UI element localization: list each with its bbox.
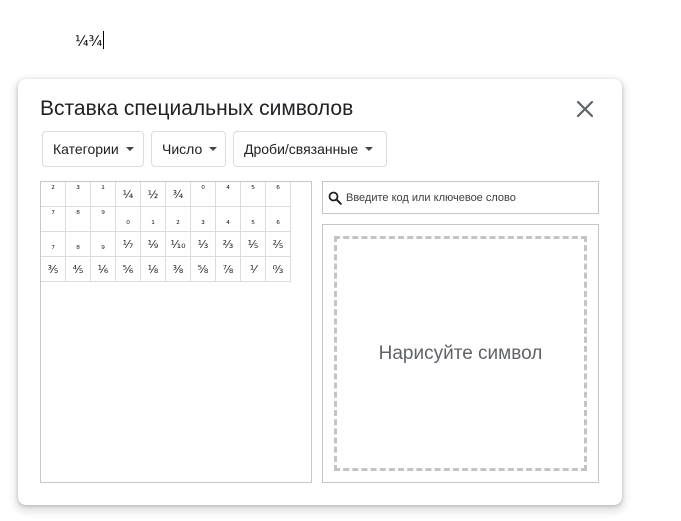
symbol-cell[interactable]: ₀ xyxy=(116,207,141,232)
fractions-dropdown-label: Дроби/связанные xyxy=(244,141,359,157)
symbol-cell[interactable]: ⁶ xyxy=(266,182,291,207)
symbol-cell[interactable]: ⅜ xyxy=(166,257,191,282)
close-button[interactable] xyxy=(573,97,597,121)
text-cursor xyxy=(103,31,105,49)
symbol-cell[interactable]: ⅒ xyxy=(166,232,191,257)
symbol-cell[interactable]: ⁷ xyxy=(41,207,66,232)
symbol-cell[interactable]: ¹ xyxy=(91,182,116,207)
symbol-cell[interactable]: ₄ xyxy=(216,207,241,232)
symbol-cell[interactable]: ⁰ xyxy=(191,182,216,207)
symbol-cell[interactable]: ⅑ xyxy=(141,232,166,257)
draw-label: Нарисуйте символ xyxy=(378,342,543,364)
categories-dropdown-label: Категории xyxy=(53,141,119,157)
symbol-cell[interactable]: ⅚ xyxy=(116,257,141,282)
symbol-cell[interactable]: ₂ xyxy=(166,207,191,232)
symbol-cell[interactable]: ₈ xyxy=(66,232,91,257)
symbol-cell[interactable]: ⁹ xyxy=(91,207,116,232)
symbol-cell[interactable]: ¾ xyxy=(166,182,191,207)
symbol-cell[interactable]: ⅖ xyxy=(266,232,291,257)
categories-dropdown[interactable]: Категории xyxy=(42,131,144,167)
symbol-cell[interactable]: ₅ xyxy=(241,207,266,232)
search-icon xyxy=(328,191,342,205)
symbol-cell[interactable]: ² xyxy=(41,182,66,207)
symbol-cell[interactable]: ₇ xyxy=(41,232,66,257)
draw-panel: Нарисуйте символ xyxy=(322,224,599,483)
symbol-cell[interactable]: ⅟ xyxy=(241,257,266,282)
document-text[interactable]: ¼¾ xyxy=(75,31,105,51)
chevron-down-icon xyxy=(365,147,374,151)
search-input[interactable] xyxy=(346,191,586,204)
document-text-content: ¼¾ xyxy=(75,34,103,50)
symbol-cell[interactable]: ↉ xyxy=(266,257,291,282)
draw-area[interactable]: Нарисуйте символ xyxy=(334,236,587,471)
symbol-cell[interactable]: ⅛ xyxy=(141,257,166,282)
fractions-dropdown[interactable]: Дроби/связанные xyxy=(233,131,387,167)
symbol-cell[interactable]: ⅞ xyxy=(216,257,241,282)
chevron-down-icon xyxy=(209,147,218,151)
symbol-cell[interactable]: ₉ xyxy=(91,232,116,257)
symbol-cell[interactable]: ¼ xyxy=(116,182,141,207)
number-dropdown[interactable]: Число xyxy=(151,131,226,167)
close-icon xyxy=(576,100,594,118)
symbol-grid-panel[interactable]: ²³¹¼½¾⁰⁴⁵⁶ ⁷⁸⁹₀₁₂₃₄₅₆ ₇₈₉⅐⅑⅒⅓⅔⅕⅖ ⅗⅘⅙⅚⅛⅜⅝⅞⅟↉ xyxy=(40,181,312,483)
symbol-cell[interactable]: ₆ xyxy=(266,207,291,232)
number-dropdown-label: Число xyxy=(162,141,203,157)
symbol-cell[interactable]: ³ xyxy=(66,182,91,207)
symbol-cell[interactable]: ₃ xyxy=(191,207,216,232)
dialog-title: Вставка специальных символов xyxy=(40,97,354,120)
symbol-cell[interactable]: ⅘ xyxy=(66,257,91,282)
chevron-down-icon xyxy=(125,147,134,151)
symbol-cell[interactable]: ⁴ xyxy=(216,182,241,207)
symbol-grid: ²³¹¼½¾⁰⁴⁵⁶ ⁷⁸⁹₀₁₂₃₄₅₆ ₇₈₉⅐⅑⅒⅓⅔⅕⅖ ⅗⅘⅙⅚⅛⅜⅝⅞⅟↉ xyxy=(41,182,291,282)
symbol-cell[interactable]: ⅐ xyxy=(116,232,141,257)
symbol-cell[interactable]: ⁸ xyxy=(66,207,91,232)
symbol-cell[interactable]: ½ xyxy=(141,182,166,207)
symbol-cell[interactable]: ₁ xyxy=(141,207,166,232)
symbol-cell[interactable]: ⅔ xyxy=(216,232,241,257)
symbol-cell[interactable]: ⅕ xyxy=(241,232,266,257)
symbol-cell[interactable]: ⅙ xyxy=(91,257,116,282)
symbol-cell[interactable]: ⅝ xyxy=(191,257,216,282)
special-characters-dialog: Вставка специальных символов Категории Ч… xyxy=(18,79,622,505)
search-box[interactable] xyxy=(322,181,599,214)
symbol-cell[interactable]: ⁵ xyxy=(241,182,266,207)
symbol-cell[interactable]: ⅗ xyxy=(41,257,66,282)
symbol-cell[interactable]: ⅓ xyxy=(191,232,216,257)
